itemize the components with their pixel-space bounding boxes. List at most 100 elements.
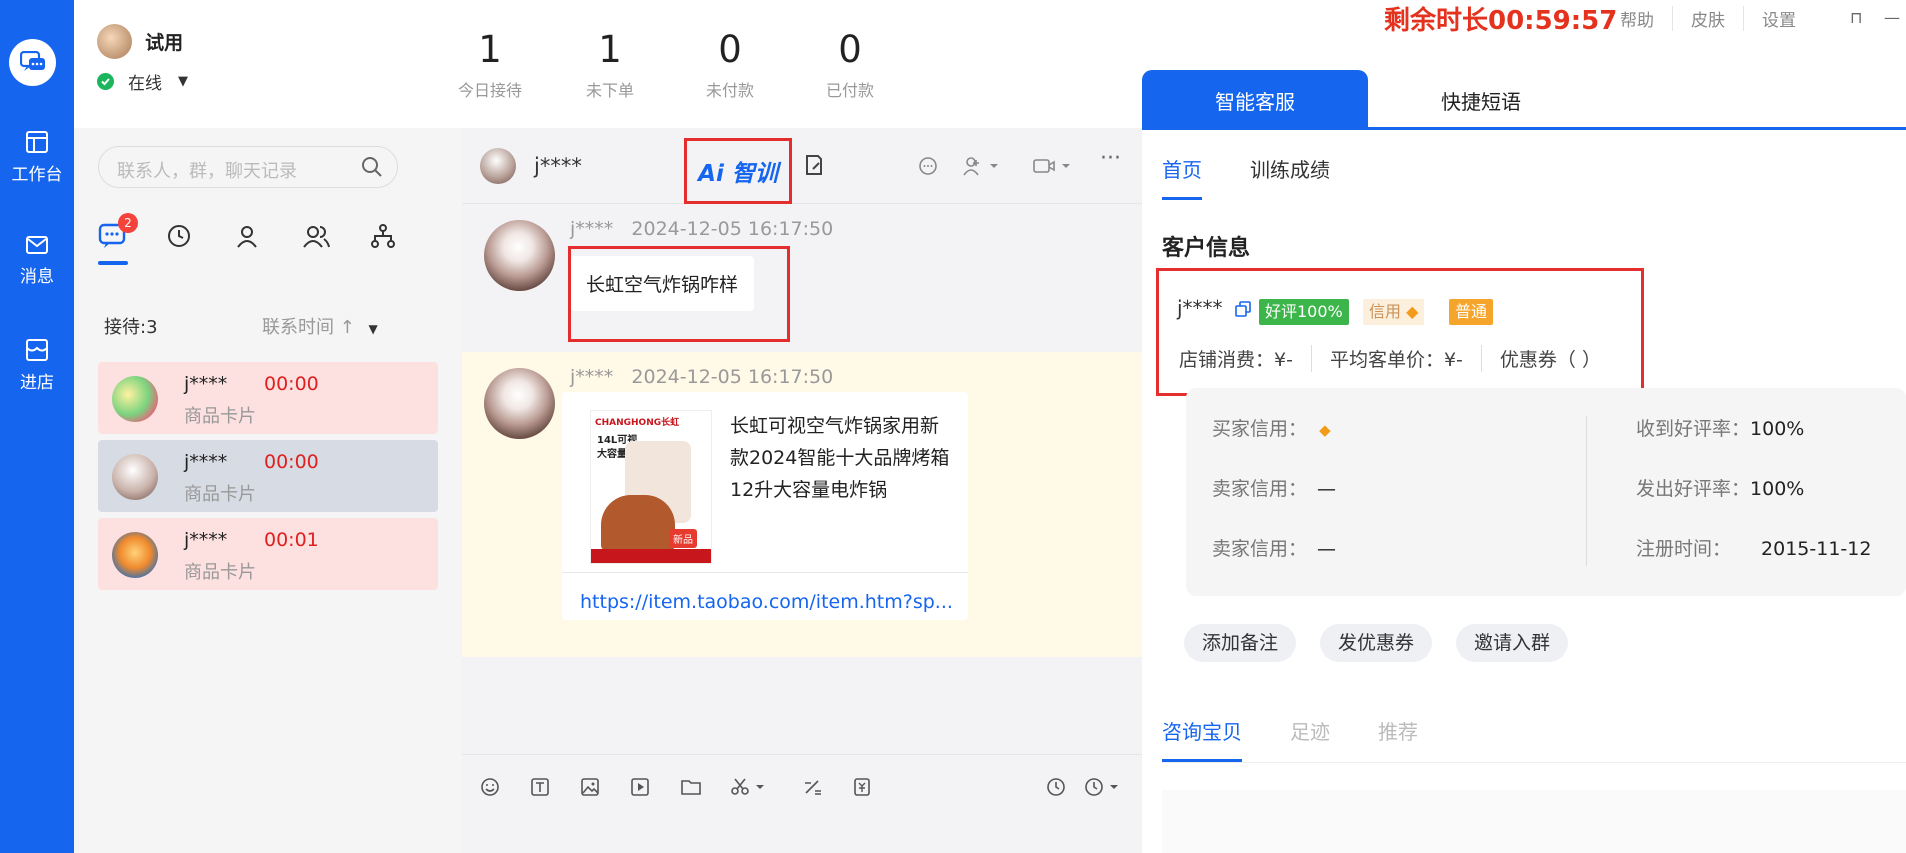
contacts-panel: 联系人，群，聊天记录 2 接待:3 联系时间 ↑ ▼ j**** 00:00 商… bbox=[74, 128, 462, 853]
calculator-icon[interactable] bbox=[802, 777, 822, 797]
org-tree-icon bbox=[371, 224, 395, 248]
stat-label: 已付款 bbox=[825, 80, 874, 100]
rail-label-workbench: 工作台 bbox=[11, 165, 63, 185]
send-coupon-button[interactable]: 发优惠券 bbox=[1320, 624, 1433, 662]
contact-name: j**** bbox=[184, 451, 228, 473]
online-check-icon bbox=[97, 73, 114, 90]
product-image-footer bbox=[591, 549, 711, 563]
highlight-box bbox=[568, 246, 790, 342]
ai-training-label: Ai 智训 bbox=[698, 161, 778, 187]
status-label: 在线 bbox=[128, 74, 162, 94]
transfer-user-icon[interactable] bbox=[962, 156, 1002, 176]
stat-value: 1 bbox=[478, 28, 502, 71]
tab-groups[interactable] bbox=[302, 223, 370, 263]
stat-label: 未付款 bbox=[705, 80, 754, 100]
invite-group-button[interactable]: 邀请入群 bbox=[1456, 624, 1569, 662]
comment-icon[interactable] bbox=[918, 156, 938, 176]
contact-item[interactable]: j**** 00:00 商品卡片 bbox=[98, 362, 438, 434]
message-sender: j**** bbox=[570, 218, 614, 240]
tab-recommend[interactable]: 推荐 bbox=[1378, 716, 1418, 762]
section-title: 客户信息 bbox=[1162, 236, 1251, 261]
column-divider bbox=[1586, 416, 1587, 566]
tab-consult-products[interactable]: 咨询宝贝 bbox=[1162, 716, 1242, 762]
positive-rate-tag: 好评100% bbox=[1259, 299, 1349, 325]
search-input[interactable]: 联系人，群，聊天记录 bbox=[98, 146, 398, 188]
text-format-icon[interactable] bbox=[530, 777, 550, 797]
right-panel: 智能客服 快捷短语 首页 训练成绩 客户信息 j**** 好评100% 信用 ◆… bbox=[1142, 70, 1906, 853]
chat-logo-icon[interactable] bbox=[9, 39, 56, 86]
stat-unpaid: 0 未付款 bbox=[670, 29, 790, 101]
person-icon bbox=[237, 226, 257, 248]
detail-label: 卖家信用： bbox=[1212, 538, 1308, 560]
received-rate-row: 收到好评率：100% bbox=[1636, 414, 1804, 441]
product-link[interactable]: https://item.taobao.com/item.htm?sp... bbox=[562, 572, 968, 631]
rail-item-workbench[interactable]: 工作台 bbox=[0, 130, 74, 185]
pin-icon[interactable]: ⊓ bbox=[1850, 8, 1862, 27]
search-icon[interactable] bbox=[361, 156, 383, 178]
caret-down-icon: ▼ bbox=[178, 74, 188, 89]
tab-home[interactable]: 首页 bbox=[1162, 154, 1202, 200]
price-tag-icon[interactable] bbox=[852, 777, 872, 797]
product-image-volume: 大容量 bbox=[597, 449, 627, 460]
tab-history[interactable] bbox=[166, 223, 234, 263]
skin-link[interactable]: 皮肤 bbox=[1672, 6, 1743, 31]
folder-icon[interactable] bbox=[680, 777, 702, 797]
contact-avatar bbox=[112, 376, 158, 422]
product-tabs: 咨询宝贝 足迹 推荐 bbox=[1162, 716, 1906, 763]
contact-name: j**** bbox=[184, 529, 228, 551]
product-card[interactable]: CHANGHONG长虹 14L可视 大容量 新品 长虹可视空气炸锅家用新款202… bbox=[562, 392, 968, 620]
copy-icon[interactable] bbox=[1235, 301, 1251, 317]
detail-value: 2015-11-12 bbox=[1761, 538, 1872, 560]
chat-header: j**** Ai 智训 ··· bbox=[462, 128, 1142, 204]
credit-tag-label: 信用 bbox=[1369, 302, 1402, 321]
edit-note-icon[interactable] bbox=[804, 154, 824, 176]
minimize-icon[interactable]: — bbox=[1884, 8, 1900, 27]
contact-wait-time: 00:01 bbox=[264, 529, 319, 551]
detail-value: — bbox=[1317, 478, 1337, 500]
video-icon[interactable] bbox=[630, 777, 650, 797]
tab-quick-phrases[interactable]: 快捷短语 bbox=[1368, 70, 1594, 130]
more-icon[interactable]: ··· bbox=[1100, 146, 1121, 171]
detail-label: 买家信用： bbox=[1212, 418, 1308, 440]
tab-footprints[interactable]: 足迹 bbox=[1290, 716, 1330, 762]
history-icon[interactable] bbox=[1046, 777, 1066, 797]
image-icon[interactable] bbox=[580, 777, 600, 797]
rail-item-store[interactable]: 进店 bbox=[0, 338, 74, 393]
status-dropdown[interactable]: 在线 ▼ bbox=[97, 69, 188, 94]
sort-dropdown[interactable]: 联系时间 ↑ ▼ bbox=[262, 313, 378, 339]
video-call-icon[interactable] bbox=[1032, 156, 1076, 176]
detail-label: 发出好评率： bbox=[1636, 478, 1751, 500]
stats-bar: 1 今日接待 1 未下单 0 未付款 0 已付款 bbox=[430, 28, 910, 101]
contact-item[interactable]: j**** 00:00 商品卡片 bbox=[98, 440, 438, 512]
customer-stats-row: 店铺消费：¥- 平均客单价：¥- 优惠券（ ） bbox=[1179, 345, 1619, 372]
chat-panel: j**** Ai 智训 ··· j**** 2024-12-05 16:17:5… bbox=[462, 128, 1142, 853]
user-info[interactable]: 试用 bbox=[97, 24, 183, 59]
contact-name: j**** bbox=[184, 373, 228, 395]
tab-smart-service[interactable]: 智能客服 bbox=[1142, 70, 1368, 130]
scissors-icon[interactable] bbox=[730, 777, 770, 797]
ai-training-button[interactable]: Ai 智训 bbox=[684, 138, 792, 204]
customer-name: j**** bbox=[1177, 296, 1223, 320]
schedule-icon[interactable] bbox=[1084, 777, 1124, 797]
message-avatar bbox=[484, 220, 555, 291]
emoji-icon[interactable] bbox=[480, 777, 500, 797]
app-window: 工作台 消息 进店 试用 在线 ▼ 1 今日接待 1 未下单 0 未付款 0 已付款 剩… bbox=[0, 0, 1906, 853]
top-links: 帮助 皮肤 设置 bbox=[1620, 6, 1814, 31]
register-date-row: 注册时间： 2015-11-12 bbox=[1636, 534, 1871, 561]
group-icon bbox=[303, 226, 330, 248]
detail-value: 100% bbox=[1750, 478, 1805, 500]
contact-item[interactable]: j**** 00:01 商品卡片 bbox=[98, 518, 438, 590]
detail-label: 注册时间： bbox=[1636, 538, 1732, 560]
add-note-button[interactable]: 添加备注 bbox=[1184, 624, 1297, 662]
product-list-area bbox=[1162, 790, 1906, 853]
tab-org[interactable] bbox=[370, 223, 438, 263]
tab-chats[interactable]: 2 bbox=[98, 213, 166, 265]
tab-contacts[interactable] bbox=[234, 223, 302, 263]
settings-link[interactable]: 设置 bbox=[1743, 6, 1814, 31]
help-link[interactable]: 帮助 bbox=[1620, 6, 1672, 31]
message-avatar bbox=[484, 368, 555, 439]
coupons: 优惠券（ ） bbox=[1480, 345, 1619, 372]
tab-training-scores[interactable]: 训练成绩 bbox=[1250, 154, 1330, 200]
rail-item-messages[interactable]: 消息 bbox=[0, 234, 74, 287]
stat-value: 1 bbox=[598, 28, 622, 71]
